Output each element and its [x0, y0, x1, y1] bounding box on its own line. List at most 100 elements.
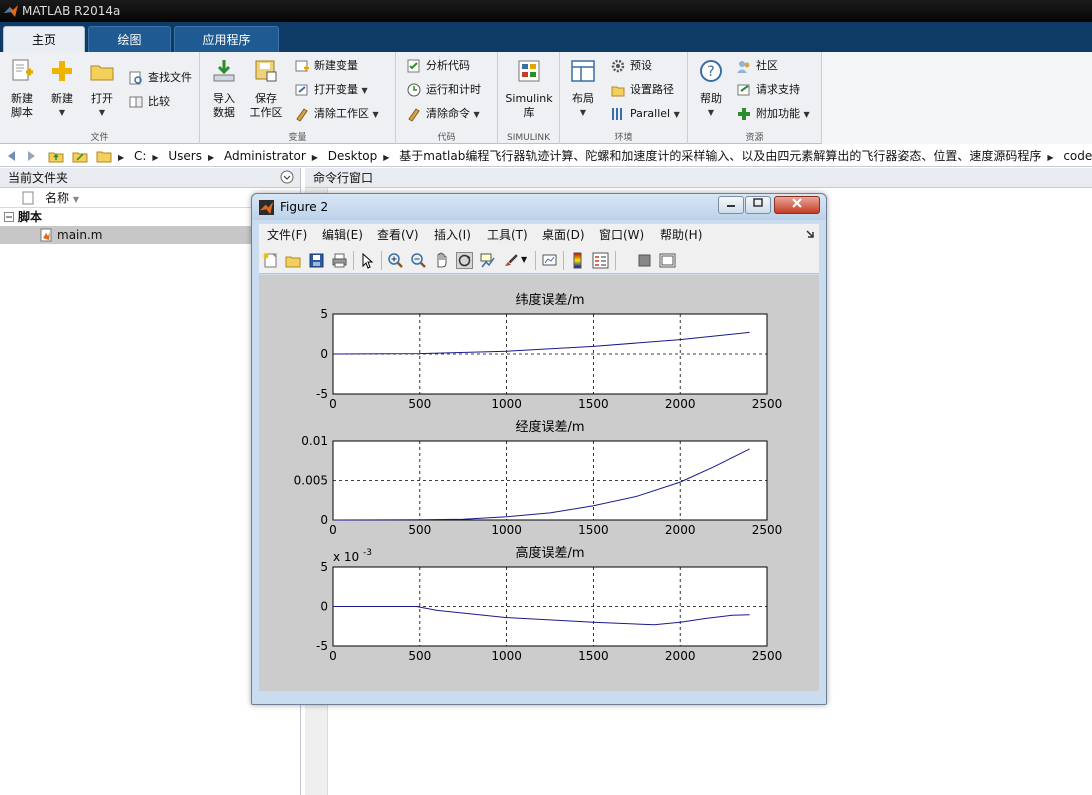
parallel-icon [612, 108, 622, 120]
tab-plots[interactable]: 绘图 [88, 26, 171, 52]
breadcrumb-item[interactable]: Administrator [224, 149, 306, 163]
request-support-button[interactable]: 请求支持 [736, 80, 800, 100]
current-folder-header: 当前文件夹 [0, 168, 300, 188]
breadcrumb-item[interactable]: 基于matlab编程飞行器轨迹计算、陀螺和加速度计的采样输入、以及由四元素解算出… [399, 149, 1041, 163]
dock-arrow-icon[interactable] [806, 230, 815, 239]
open-variable-icon [295, 84, 308, 96]
legend-icon[interactable] [592, 252, 609, 269]
new-script-icon [12, 59, 33, 81]
ribbon-group-code: 分析代码 运行和计时 清除命令 ▼ 代码 [396, 52, 498, 144]
menu-desktop[interactable]: 桌面(D) [542, 224, 585, 246]
menu-file[interactable]: 文件(F) [267, 224, 307, 246]
clear-commands-button[interactable]: 清除命令 ▼ [406, 104, 480, 124]
help-button[interactable]: ? 帮助 ▼ [694, 56, 728, 120]
x-tick-label: 1000 [491, 397, 522, 411]
menu-window[interactable]: 窗口(W) [599, 224, 644, 246]
import-data-button[interactable]: 导入 数据 [204, 56, 244, 120]
breadcrumb-item[interactable]: C: [134, 149, 146, 163]
breadcrumb-item[interactable]: Desktop [328, 149, 378, 163]
clear-workspace-button[interactable]: 清除工作区 ▼ [294, 104, 379, 124]
figure-menu-bar: 文件(F) 编辑(E) 查看(V) 插入(I) 工具(T) 桌面(D) 窗口(W… [259, 224, 819, 246]
simulink-library-button[interactable]: Simulink 库 [504, 56, 554, 120]
data-cursor-icon[interactable] [479, 252, 496, 269]
tab-apps[interactable]: 应用程序 [174, 26, 279, 52]
plot-area[interactable]: 0 500 1000 1500 2000 2500 5 0 -5 纬度误差/m 0 500 1000 15… [259, 275, 819, 691]
pointer-icon[interactable] [359, 252, 376, 269]
colorbar-icon[interactable] [569, 252, 586, 269]
forward-arrow-icon[interactable] [24, 148, 40, 164]
open-variable-button[interactable]: 打开变量 ▼ [294, 80, 368, 100]
add-ons-button[interactable]: 附加功能 ▼ [736, 104, 810, 124]
print-icon[interactable] [331, 252, 348, 269]
menu-view[interactable]: 查看(V) [377, 224, 419, 246]
x-tick-label: 2000 [665, 649, 696, 663]
zoom-in-icon[interactable] [387, 252, 404, 269]
browse-folder-icon[interactable] [72, 148, 88, 164]
y-tick-label: 5 [320, 560, 328, 574]
maximize-button[interactable] [745, 196, 771, 214]
save-workspace-icon [255, 60, 277, 82]
x-tick-label: 2500 [752, 523, 783, 537]
breadcrumb-item[interactable]: Users [168, 149, 202, 163]
analyze-code-button[interactable]: 分析代码 [406, 56, 470, 76]
layout-button[interactable]: 布局 ▼ [566, 56, 600, 120]
subplot-title: 经度误差/m [515, 419, 584, 435]
find-files-button[interactable]: 查找文件 [128, 68, 192, 88]
panel-menu-icon[interactable] [280, 170, 294, 184]
rotate-3d-icon[interactable] [456, 252, 473, 269]
clear-commands-icon [408, 108, 420, 122]
link-plot-icon[interactable] [541, 252, 558, 269]
new-variable-button[interactable]: 新建变量 [294, 56, 358, 76]
y-tick-label: 0 [320, 600, 328, 614]
ribbon-group-resources: ? 帮助 ▼ 社区 请求支持 附加功能 ▼ 资源 [688, 52, 822, 144]
open-button[interactable]: 打开 ▼ [84, 56, 120, 120]
plus-icon [52, 61, 72, 81]
close-button[interactable] [774, 196, 820, 214]
brush-icon[interactable] [502, 252, 519, 269]
analyze-code-icon [407, 59, 420, 73]
brush-dropdown-icon[interactable]: ▼ [521, 255, 527, 264]
preferences-button[interactable]: 预设 [610, 56, 652, 76]
subplot-title: 高度误差/m [515, 545, 584, 561]
community-icon [737, 61, 750, 73]
breadcrumb-item[interactable]: code [1063, 149, 1092, 163]
simulink-icon [518, 60, 540, 82]
show-tools-icon[interactable] [659, 252, 676, 269]
collapse-icon[interactable] [4, 212, 14, 222]
x-tick-label: 1500 [578, 523, 609, 537]
menu-edit[interactable]: 编辑(E) [322, 224, 363, 246]
x-tick-label: 1500 [578, 397, 609, 411]
run-and-time-button[interactable]: 运行和计时 [406, 80, 481, 100]
compare-button[interactable]: 比较 [128, 92, 170, 112]
set-path-button[interactable]: 设置路径 [610, 80, 674, 100]
x-tick-label: 1000 [491, 523, 522, 537]
x-tick-label: 2500 [752, 649, 783, 663]
set-path-icon [611, 86, 625, 97]
new-script-button[interactable]: 新建 脚本 [4, 56, 40, 120]
open-file-icon[interactable] [285, 252, 302, 269]
ribbon-group-file: 新建 脚本 新建 ▼ 打开 ▼ 查找文件 比较 文件 [0, 52, 200, 144]
up-folder-icon[interactable] [48, 148, 64, 164]
new-button[interactable]: 新建 ▼ [44, 56, 80, 120]
save-icon[interactable] [308, 252, 325, 269]
menu-help[interactable]: 帮助(H) [660, 224, 702, 246]
minimize-icon [727, 205, 735, 207]
hide-tools-icon[interactable] [636, 252, 653, 269]
minimize-button[interactable] [718, 196, 744, 214]
save-workspace-button[interactable]: 保存 工作区 [246, 56, 286, 120]
pan-icon[interactable] [433, 252, 450, 269]
parallel-button[interactable]: Parallel ▼ [610, 104, 680, 124]
zoom-out-icon[interactable] [410, 252, 427, 269]
x-tick-label: 1000 [491, 649, 522, 663]
clear-workspace-icon [296, 108, 308, 122]
folder-open-icon [90, 65, 114, 81]
maximize-icon [753, 198, 763, 207]
back-arrow-icon[interactable] [3, 148, 19, 164]
new-figure-icon[interactable] [262, 252, 279, 269]
tab-home[interactable]: 主页 [3, 26, 85, 52]
community-button[interactable]: 社区 [736, 56, 778, 76]
menu-insert[interactable]: 插入(I) [434, 224, 471, 246]
figure-title-bar[interactable]: Figure 2 [252, 194, 826, 220]
subplot-title: 纬度误差/m [515, 292, 584, 308]
menu-tools[interactable]: 工具(T) [487, 224, 528, 246]
